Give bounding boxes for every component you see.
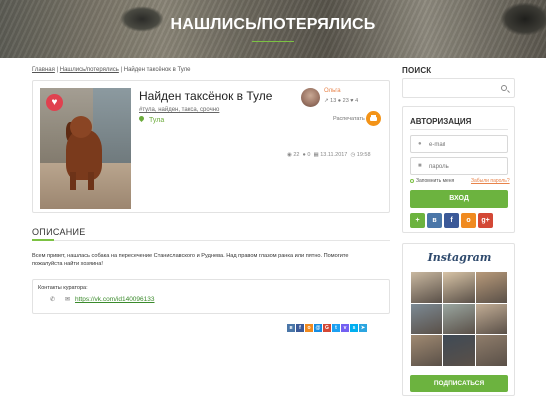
author-stats: ↗ 13 ● 23 ♥ 4 <box>324 98 359 104</box>
views-count: 22 <box>293 152 300 158</box>
instagram-photo[interactable] <box>475 272 507 303</box>
lock-icon: ■ <box>418 163 422 169</box>
login-googleplus-icon[interactable]: g+ <box>478 213 493 228</box>
instagram-photo[interactable] <box>411 303 443 335</box>
instagram-photo[interactable] <box>443 335 475 366</box>
breadcrumb-current: Найден таксёнок в Туле <box>123 67 191 73</box>
ad-city-label: Тула <box>149 117 165 124</box>
instagram-photo[interactable] <box>411 335 443 366</box>
share-googleplus-icon[interactable]: G <box>323 324 331 332</box>
ad-card: ♥ Найден таксёнок в Туле #тула, найден, … <box>32 80 390 213</box>
login-facebook-icon[interactable]: f <box>444 213 459 228</box>
title-underline <box>252 41 294 42</box>
heading-accent <box>32 239 54 241</box>
instagram-photo[interactable] <box>475 335 507 366</box>
ad-meta: ◉ 22 ● 0 ▦ 13.11.2017 ◷ 19:58 <box>287 152 371 158</box>
share-odnoklassniki-icon[interactable]: o <box>305 324 313 332</box>
email-input[interactable] <box>429 139 504 150</box>
contacts-box: Контакты куратора: ✆ ✉ https://vk.com/id… <box>32 279 390 314</box>
ad-tags-text[interactable]: #тула, найден, такса, срочно <box>139 107 219 113</box>
breadcrumb-section[interactable]: Нашлись/потерялись <box>60 67 119 73</box>
auth-panel: АВТОРИЗАЦИЯ ● ■ Запомнить меня Забыли па… <box>402 106 515 233</box>
ad-city: Тула <box>137 114 165 124</box>
share-telegram-icon[interactable]: ➤ <box>359 324 367 332</box>
share-viber-icon[interactable]: v <box>341 324 349 332</box>
photo-dog-leg <box>70 172 76 190</box>
description-heading: ОПИСАНИЕ <box>32 227 86 237</box>
breadcrumb: Главная | Нашлись/потерялись | Найден та… <box>32 67 191 73</box>
checkbox-icon[interactable] <box>410 179 414 183</box>
comments-count: 0 <box>307 152 311 158</box>
author-name[interactable]: Ольга <box>324 88 341 94</box>
print-button[interactable] <box>366 111 381 126</box>
login-vk-icon[interactable]: в <box>427 213 442 228</box>
forgot-password-link[interactable]: Забыли пароль? <box>471 178 510 184</box>
page-title: НАШЛИСЬ/ПОТЕРЯЛИСЬ <box>170 16 376 33</box>
share-moimir-icon[interactable]: @ <box>314 324 322 332</box>
ad-tags[interactable]: #тула, найден, такса, срочно <box>139 107 219 113</box>
share-bar: в f o @ Gt v s ➤ <box>287 324 367 333</box>
ad-title: Найден таксёнок в Туле <box>139 89 273 103</box>
post-date: 13.11.2017 <box>320 152 348 158</box>
divider <box>410 129 508 130</box>
remember-checkbox[interactable]: Запомнить меня <box>410 178 454 184</box>
eye-icon: ◉ <box>287 152 292 158</box>
login-button[interactable]: ВХОД <box>410 190 508 208</box>
password-input[interactable] <box>429 161 504 172</box>
share-skype-icon[interactable]: s <box>350 324 358 332</box>
mail-icon: ✉ <box>65 297 71 303</box>
search-input[interactable] <box>402 78 515 98</box>
breadcrumb-home[interactable]: Главная <box>32 67 55 73</box>
share-twitter-icon[interactable]: t <box>332 324 340 332</box>
instagram-widget: Instagram ПОДПИСАТЬСЯ <box>402 243 515 396</box>
instagram-grid <box>411 272 507 366</box>
photo-dog-leg <box>88 172 94 190</box>
hero-banner: НАШЛИСЬ/ПОТЕРЯЛИСЬ <box>0 0 546 58</box>
contact-link[interactable]: https://vk.com/id140096133 <box>75 296 155 303</box>
search-icon[interactable] <box>501 85 507 91</box>
comment-icon: ● <box>302 152 306 158</box>
share-facebook-icon[interactable]: f <box>296 324 304 332</box>
photo-dog-head <box>70 116 92 138</box>
ad-photo[interactable]: ♥ <box>40 88 131 209</box>
author-avatar[interactable] <box>301 88 320 107</box>
divider <box>32 240 390 241</box>
email-field[interactable]: ● <box>410 135 508 153</box>
instagram-logo[interactable]: Instagram <box>403 251 516 264</box>
contacts-label: Контакты куратора: <box>38 285 88 291</box>
instagram-photo[interactable] <box>443 272 475 303</box>
auth-heading: АВТОРИЗАЦИЯ <box>410 117 472 126</box>
user-icon: ● <box>418 141 422 147</box>
print-label: Распечатать <box>333 116 365 122</box>
map-pin-icon <box>137 114 146 123</box>
calendar-icon: ▦ <box>313 152 319 158</box>
clock-icon: ◷ <box>350 152 356 158</box>
password-field[interactable]: ■ <box>410 157 508 175</box>
login-odnoklassniki-icon[interactable]: o <box>461 213 476 228</box>
instagram-photo[interactable] <box>475 303 507 335</box>
instagram-photo[interactable] <box>411 272 443 303</box>
remember-label: Запомнить меня <box>416 178 455 184</box>
login-add-user-icon[interactable]: + <box>410 213 425 228</box>
post-time: 19:58 <box>356 152 371 158</box>
share-vk-icon[interactable]: в <box>287 324 295 332</box>
favorite-heart-icon[interactable]: ♥ <box>46 94 63 111</box>
social-login: + в f o g+ <box>410 213 493 228</box>
search-heading: ПОИСК <box>402 66 432 75</box>
description-text: Всем привет, нашлась собака на пересечен… <box>32 253 349 267</box>
subscribe-button[interactable]: ПОДПИСАТЬСЯ <box>410 375 508 392</box>
instagram-photo[interactable] <box>443 303 475 335</box>
phone-icon: ✆ <box>50 297 56 303</box>
